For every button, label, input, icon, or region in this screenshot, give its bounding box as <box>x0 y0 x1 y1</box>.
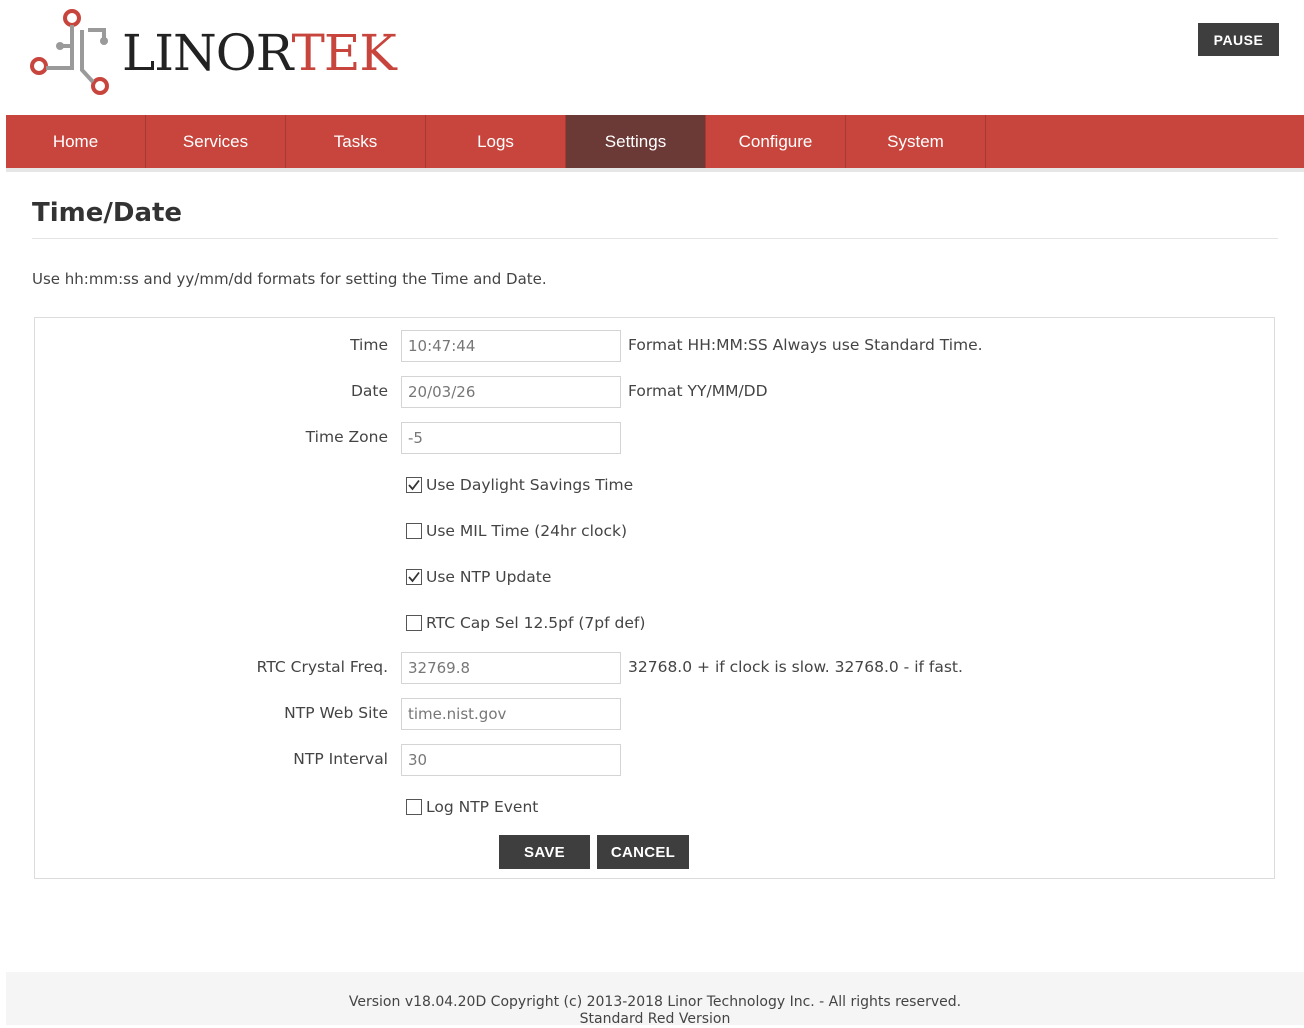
main-nav: Home Services Tasks Logs Settings Config… <box>6 115 1304 172</box>
time-date-form-panel <box>34 317 1275 879</box>
nav-item-services[interactable]: Services <box>146 115 286 168</box>
ntp-site-label: NTP Web Site <box>284 704 388 722</box>
circuit-logo-icon <box>30 9 109 95</box>
footer: Version v18.04.20D Copyright (c) 2013-20… <box>6 972 1304 1027</box>
ntp-interval-label: NTP Interval <box>293 750 388 768</box>
nav-item-configure[interactable]: Configure <box>706 115 846 168</box>
date-input[interactable] <box>401 376 621 408</box>
rtc-cap-checkbox[interactable] <box>406 615 422 631</box>
log-ntp-checkbox-row[interactable]: Log NTP Event <box>406 798 538 816</box>
page-title: Time/Date <box>32 198 183 228</box>
nav-item-tasks[interactable]: Tasks <box>286 115 426 168</box>
mil-time-checkbox[interactable] <box>406 523 422 539</box>
footer-copyright: Version v18.04.20D Copyright (c) 2013-20… <box>348 994 962 1010</box>
mil-time-checkbox-label: Use MIL Time (24hr clock) <box>426 522 628 540</box>
rtc-freq-input[interactable] <box>401 652 621 684</box>
nav-item-settings[interactable]: Settings <box>566 115 706 168</box>
rtc-cap-checkbox-row[interactable]: RTC Cap Sel 12.5pf (7pf def) <box>406 614 645 632</box>
cancel-button[interactable]: CANCEL <box>597 835 689 869</box>
dst-checkbox[interactable] <box>406 477 422 493</box>
nav-item-home[interactable]: Home <box>6 115 146 168</box>
logo-wordmark: LINORTEK <box>122 28 397 78</box>
log-ntp-checkbox[interactable] <box>406 799 422 815</box>
ntp-site-input[interactable] <box>401 698 621 730</box>
checkmark-icon <box>408 479 420 491</box>
timezone-label: Time Zone <box>305 428 388 446</box>
rtc-cap-checkbox-label: RTC Cap Sel 12.5pf (7pf def) <box>426 614 646 632</box>
checkmark-icon <box>408 571 420 583</box>
time-hint: Format HH:MM:SS Always use Standard Time… <box>628 336 983 354</box>
dst-checkbox-row[interactable]: Use Daylight Savings Time <box>406 476 633 494</box>
timezone-input[interactable] <box>401 422 621 454</box>
title-divider <box>32 238 1278 239</box>
time-input[interactable] <box>401 330 621 362</box>
save-button[interactable]: SAVE <box>499 835 590 869</box>
time-label: Time <box>350 336 388 354</box>
date-label: Date <box>350 382 388 400</box>
mil-time-checkbox-row[interactable]: Use MIL Time (24hr clock) <box>406 522 627 540</box>
date-hint: Format YY/MM/DD <box>628 382 768 400</box>
ntp-interval-input[interactable] <box>401 744 621 776</box>
log-ntp-checkbox-label: Log NTP Event <box>426 798 539 816</box>
footer-version: Standard Red Version <box>579 1011 731 1027</box>
ntp-update-checkbox-row[interactable]: Use NTP Update <box>406 568 551 586</box>
ntp-update-checkbox[interactable] <box>406 569 422 585</box>
logo: LINORTEK <box>30 8 397 98</box>
logo-text-red: TEK <box>291 24 396 82</box>
pause-button[interactable]: PAUSE <box>1198 23 1279 56</box>
nav-item-system[interactable]: System <box>846 115 986 168</box>
ntp-update-checkbox-label: Use NTP Update <box>426 568 552 586</box>
dst-checkbox-label: Use Daylight Savings Time <box>426 476 634 494</box>
logo-text-dark: LINOR <box>122 24 292 82</box>
intro-text: Use hh:mm:ss and yy/mm/dd formats for se… <box>32 270 547 288</box>
rtc-freq-label: RTC Crystal Freq. <box>256 658 388 676</box>
rtc-freq-hint: 32768.0 + if clock is slow. 32768.0 - if… <box>628 658 963 676</box>
nav-item-logs[interactable]: Logs <box>426 115 566 168</box>
